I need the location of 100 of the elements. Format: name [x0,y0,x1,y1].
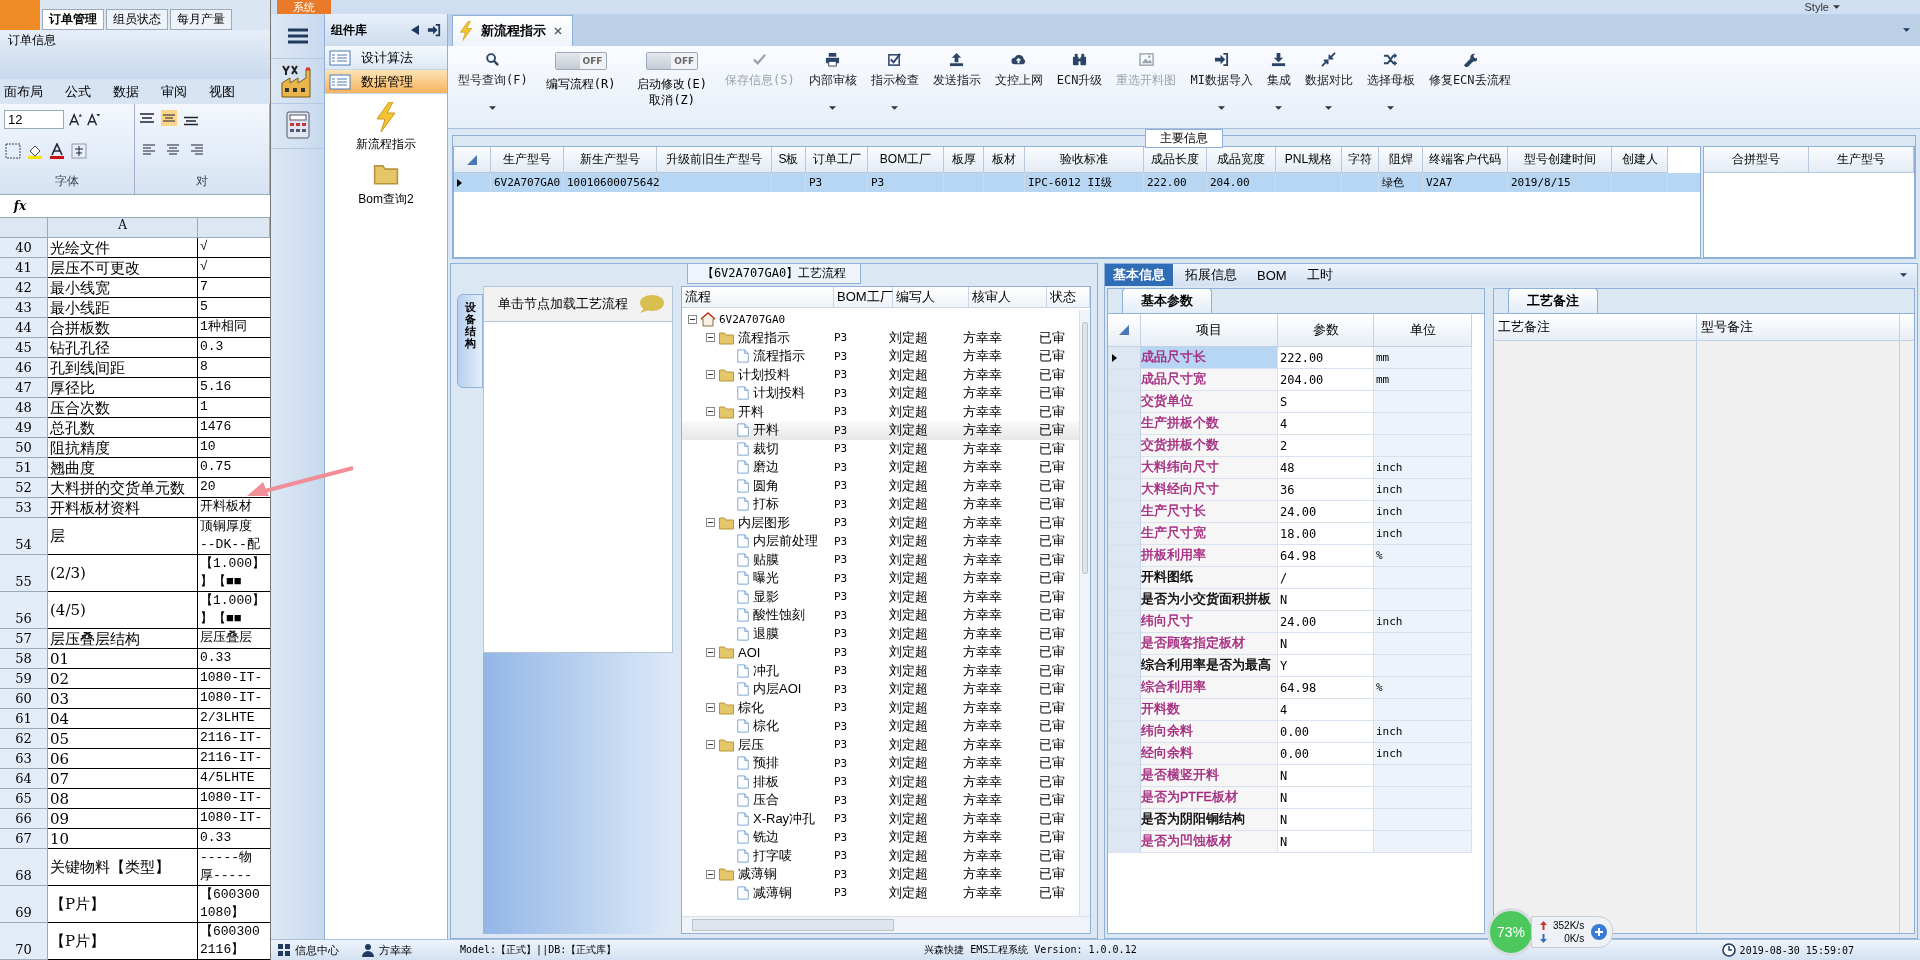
tree-node-label[interactable]: 圆角 [753,476,779,495]
toolbar-button[interactable]: ECN升级 [1052,46,1107,128]
tree-row[interactable]: 圆角 P3 刘定超 方幸幸 已审 [682,476,1079,495]
tree-row[interactable]: 内层图形 P3 刘定超 方幸幸 已审 [682,513,1079,532]
tree-row[interactable]: 退膜 P3 刘定超 方幸幸 已审 [682,624,1079,643]
tree-node-label[interactable]: 棕化 [753,717,779,736]
tree-node-label[interactable]: 开料 [753,421,779,440]
tree-row[interactable]: 减薄铜 P3 刘定超 方幸幸 已审 [682,865,1079,884]
tree-row[interactable]: 打字唛 P3 刘定超 方幸幸 已审 [682,846,1079,865]
side-tab[interactable]: 设备结构 [457,294,483,388]
tree-row[interactable]: 曝光 P3 刘定超 方幸幸 已审 [682,569,1079,588]
tree-node-label[interactable]: 酸性蚀刻 [753,606,805,625]
scrollbar[interactable] [1079,310,1090,916]
toggle-switch[interactable]: OFF [646,52,699,70]
toolbar-button[interactable]: 文控上网 [990,46,1047,128]
column-header[interactable]: 板材 [984,147,1025,173]
tree-node-label[interactable]: 裁切 [753,439,779,458]
column-header[interactable]: BOM工厂 [868,147,944,173]
select-all-corner[interactable] [0,218,48,238]
tab[interactable]: 订单管理 [42,9,104,30]
tab[interactable]: 组员状态 [106,9,168,30]
column-header[interactable]: 状态 [1047,287,1090,307]
tree-row[interactable]: 压合 P3 刘定超 方幸幸 已审 [682,791,1079,810]
tree-row[interactable]: 计划投料 P3 刘定超 方幸幸 已审 [682,384,1079,403]
tree-node-label[interactable]: 内层图形 [738,513,790,532]
document-tab[interactable]: 新流程指示 [452,15,573,46]
column-header[interactable]: 项目 [1141,314,1278,347]
toggle-switch[interactable]: OFF [554,52,607,70]
column-header[interactable]: 编写人 [893,287,970,307]
column-header[interactable]: 核审人 [969,287,1048,307]
table-cell[interactable]: 纬向余料 [1141,721,1278,743]
column-header[interactable]: S板 [772,147,806,173]
tree-row[interactable]: 棕化 P3 刘定超 方幸幸 已审 [682,717,1079,736]
toolbar-button[interactable]: 型号查询(F) [454,46,532,128]
menu-item[interactable]: 面布局 [4,82,43,101]
tree-row[interactable]: 酸性蚀刻 P3 刘定超 方幸幸 已审 [682,606,1079,625]
tree-row[interactable]: 棕化 P3 刘定超 方幸幸 已审 [682,698,1079,717]
table-cell[interactable]: 生产尺寸长 [1141,501,1278,523]
tree-row[interactable]: 流程指示 P3 刘定超 方幸幸 已审 [682,328,1079,347]
tree-node-label[interactable]: 计划投料 [753,384,805,403]
column-header[interactable]: 创建人 [1612,147,1668,173]
column-header[interactable]: BOM工厂 [834,287,893,307]
column-header[interactable]: 流程 [682,287,834,307]
column-header[interactable]: 新生产型号 [564,147,657,173]
tree-node-label[interactable]: 层压 [738,735,764,754]
tree-node-label[interactable]: 流程指示 [753,347,805,366]
table-cell[interactable]: 是否顾客指定板材 [1141,633,1278,655]
tree-row[interactable]: 预排 P3 刘定超 方幸幸 已审 [682,754,1079,773]
column-header[interactable]: PNL规格 [1276,147,1342,173]
toolbar-button[interactable]: 指示检查 [866,46,923,128]
tab[interactable]: BOM [1249,265,1295,285]
column-header[interactable]: 生产型号 [1809,147,1914,173]
tree-row[interactable]: 内层前处理 P3 刘定超 方幸幸 已审 [682,532,1079,551]
column-header[interactable]: 升级前旧生产型号 [657,147,772,173]
tree-row[interactable]: 计划投料 P3 刘定超 方幸幸 已审 [682,365,1079,384]
column-header[interactable]: 单位 [1374,314,1472,347]
column-header[interactable]: 合拼型号 [1704,147,1809,173]
table-cell[interactable]: 交货拼板个数 [1141,435,1278,457]
table-cell[interactable]: 开料数 [1141,699,1278,721]
library-item[interactable]: 数据管理 [325,70,447,94]
menu-item[interactable]: 公式 [65,82,91,101]
column-header[interactable]: 成品宽度 [1207,147,1276,173]
table-cell[interactable]: 是否为凹蚀板材 [1141,831,1278,853]
table-cell[interactable]: 综合利用率是否为最高 [1141,655,1278,677]
tree-node-label[interactable]: 曝光 [753,569,779,588]
tree-row[interactable]: 磨边 P3 刘定超 方幸幸 已审 [682,458,1079,477]
column-header[interactable]: 板厚 [944,147,984,173]
tree-row[interactable]: 层压 P3 刘定超 方幸幸 已审 [682,735,1079,754]
toolbar-button[interactable]: 集成 [1262,46,1295,128]
tree-node-label[interactable]: 流程指示 [738,328,790,347]
column-header[interactable]: 参数 [1278,314,1374,347]
table-row[interactable]: 6V2A707GA0 10010600075642 P3 P3 IPC-6012 II级 222.00 204.00 绿色 V2A7 2019/8/15 [454,173,1700,192]
tree-node-label[interactable]: 减薄铜 [738,865,777,884]
tool-label[interactable]: Bom查询2 [358,191,414,208]
table-cell[interactable]: 纬向尺寸 [1141,611,1278,633]
tree-row[interactable]: AOI P3 刘定超 方幸幸 已审 [682,643,1079,662]
table-cell[interactable]: 交货单位 [1141,391,1278,413]
tab[interactable]: 每月产量 [170,9,232,30]
table-cell[interactable]: 拼板利用率 [1141,545,1278,567]
tree-row[interactable]: 铣边 P3 刘定超 方幸幸 已审 [682,828,1079,847]
tree-node-label[interactable]: 内层前处理 [753,532,818,551]
tree-row[interactable]: 流程指示 P3 刘定超 方幸幸 已审 [682,347,1079,366]
tree-node-label[interactable]: 贴膜 [753,550,779,569]
toolbar-button[interactable]: MI数据导入 [1186,46,1257,128]
table-cell[interactable]: 是否横竖开料 [1141,765,1278,787]
table-cell[interactable]: 大料纬向尺寸 [1141,457,1278,479]
tab[interactable]: 基本参数 [1122,288,1212,313]
tree-row[interactable]: 显影 P3 刘定超 方幸幸 已审 [682,587,1079,606]
column-header[interactable]: 验收标准 [1025,147,1144,173]
table-cell[interactable]: 生产拼板个数 [1141,413,1278,435]
table-cell[interactable]: 开料图纸 [1141,567,1278,589]
column-header[interactable]: 阻焊 [1379,147,1423,173]
tree-row[interactable]: 开料 P3 刘定超 方幸幸 已审 [682,421,1079,440]
column-header[interactable]: 工艺备注 [1494,314,1697,340]
tree-node-label[interactable]: 6V2A707GA0 [719,312,786,326]
tab[interactable]: 工艺备注 [1508,288,1598,313]
tree-row[interactable]: 排板 P3 刘定超 方幸幸 已审 [682,772,1079,791]
tree-node-label[interactable]: X-Ray冲孔 [753,809,816,828]
tree-row[interactable]: 6V2A707GA0 [682,310,1079,329]
tree-row[interactable]: 裁切 P3 刘定超 方幸幸 已审 [682,439,1079,458]
